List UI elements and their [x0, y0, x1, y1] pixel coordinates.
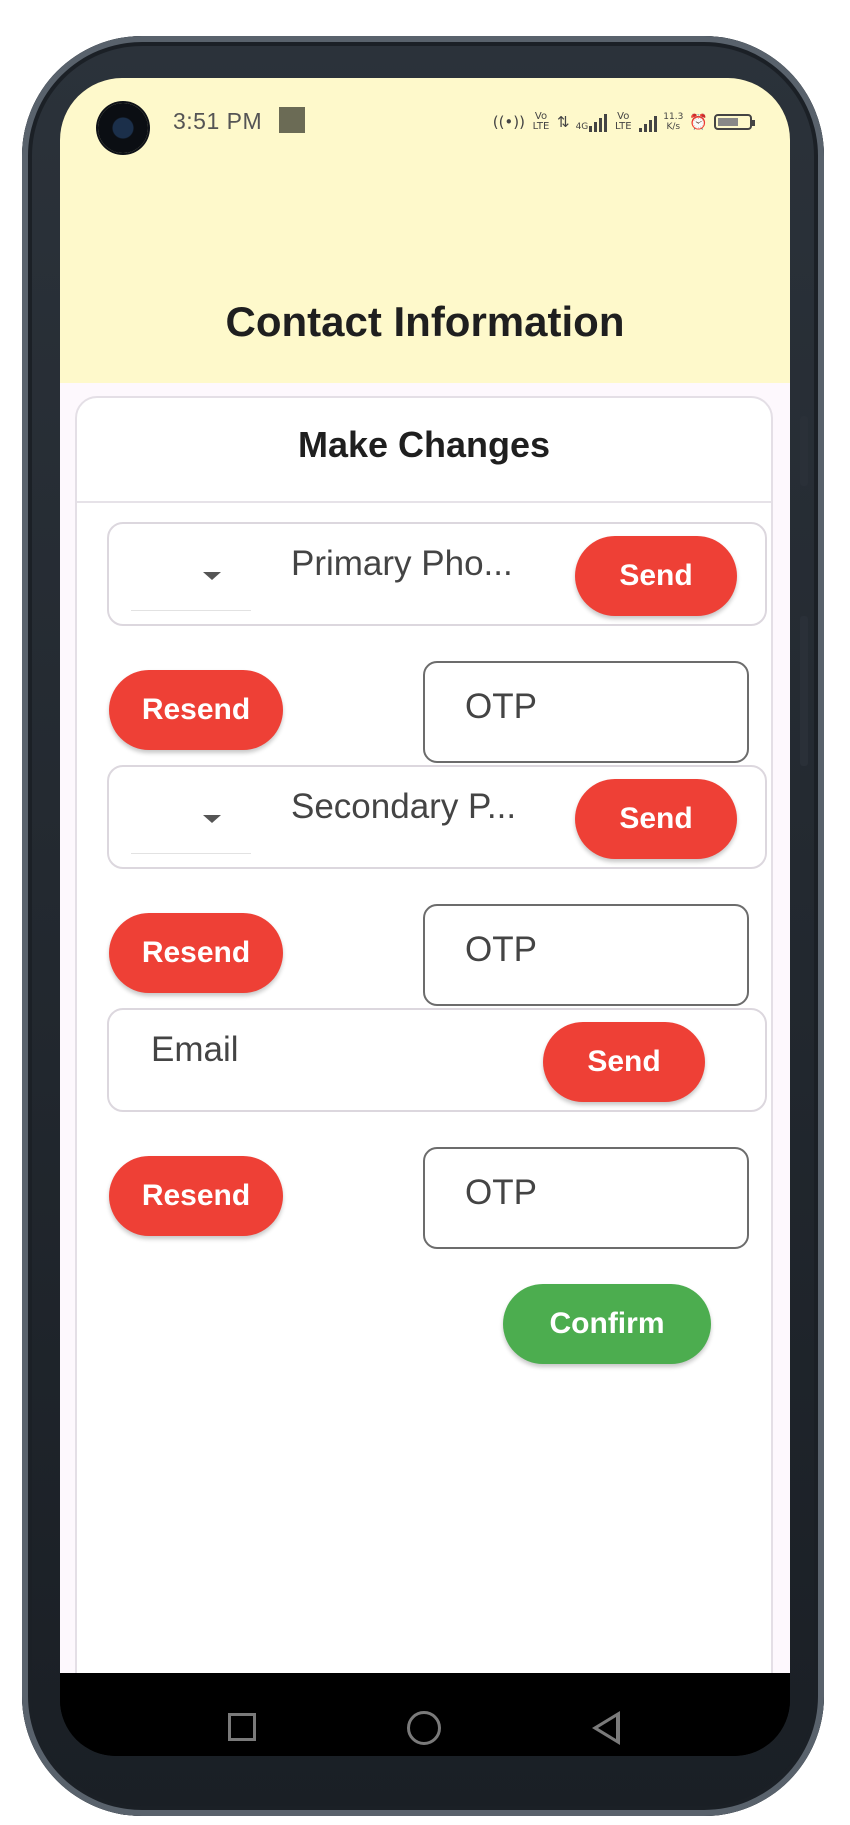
- hotspot-icon: ((•)): [492, 113, 525, 131]
- make-changes-card: Make Changes Primary Pho... Send Resend …: [75, 396, 773, 1696]
- email-resend-button[interactable]: Resend: [109, 1156, 283, 1236]
- otp-placeholder: OTP: [465, 930, 537, 969]
- card-title: Make Changes: [297, 424, 551, 465]
- app-body: Make Changes Primary Pho... Send Resend …: [60, 383, 790, 1696]
- secondary-phone-field: Secondary P... Send: [107, 765, 767, 869]
- status-time: 3:51 PM: [173, 108, 263, 134]
- net-speed-unit: K/s: [666, 122, 681, 132]
- 4g-signal-icon: 4G: [576, 112, 608, 132]
- recents-icon[interactable]: [228, 1713, 256, 1741]
- secondary-resend-button[interactable]: Resend: [109, 913, 283, 993]
- network-speed-icon: 11.3 K/s: [663, 112, 683, 132]
- home-icon[interactable]: [407, 1711, 441, 1745]
- signal-bars: [589, 112, 608, 132]
- card-divider: [77, 501, 771, 503]
- email-field: Email Send: [107, 1008, 767, 1112]
- secondary-otp-input[interactable]: OTP: [423, 904, 749, 1006]
- confirm-button[interactable]: Confirm: [503, 1284, 711, 1364]
- primary-send-button[interactable]: Send: [575, 536, 737, 616]
- secondary-send-button[interactable]: Send: [575, 779, 737, 859]
- primary-country-code-dropdown[interactable]: [131, 542, 251, 611]
- phone-screen: 3:51 PM ((•)) Vo LTE ⇅ 4G Vo LTE 11.3 K/…: [60, 78, 790, 1756]
- primary-phone-field: Primary Pho... Send: [107, 522, 767, 626]
- page-title: Contact Information: [225, 298, 625, 345]
- primary-otp-input[interactable]: OTP: [423, 661, 749, 763]
- secondary-phone-input[interactable]: Secondary P...: [291, 787, 516, 827]
- back-icon[interactable]: [592, 1711, 620, 1745]
- otp-placeholder: OTP: [465, 1173, 537, 1212]
- email-send-button[interactable]: Send: [543, 1022, 705, 1102]
- notification-icon: [279, 107, 305, 133]
- secondary-country-code-dropdown[interactable]: [131, 785, 251, 854]
- email-otp-input[interactable]: OTP: [423, 1147, 749, 1249]
- volte-icon: Vo LTE: [532, 111, 550, 132]
- volte-icon: Vo LTE: [614, 111, 632, 132]
- side-button: [800, 616, 808, 766]
- chevron-down-icon: [203, 572, 221, 580]
- chevron-down-icon: [203, 815, 221, 823]
- alarm-icon: ⏰: [689, 113, 708, 131]
- primary-phone-input[interactable]: Primary Pho...: [291, 544, 513, 584]
- net-speed-value: 11.3: [663, 112, 684, 122]
- app-header: 3:51 PM ((•)) Vo LTE ⇅ 4G Vo LTE 11.3 K/…: [60, 78, 790, 383]
- front-camera: [98, 103, 148, 153]
- 4g-label: 4G: [575, 122, 589, 132]
- side-button: [800, 416, 808, 486]
- system-nav-bar: [60, 1673, 790, 1756]
- status-icons: ((•)) Vo LTE ⇅ 4G Vo LTE 11.3 K/s ⏰: [492, 108, 755, 136]
- battery-icon: [714, 114, 755, 130]
- data-arrows-icon: ⇅: [556, 113, 570, 131]
- email-input[interactable]: Email: [151, 1030, 239, 1070]
- signal-icon: [639, 112, 658, 132]
- primary-resend-button[interactable]: Resend: [109, 670, 283, 750]
- otp-placeholder: OTP: [465, 687, 537, 726]
